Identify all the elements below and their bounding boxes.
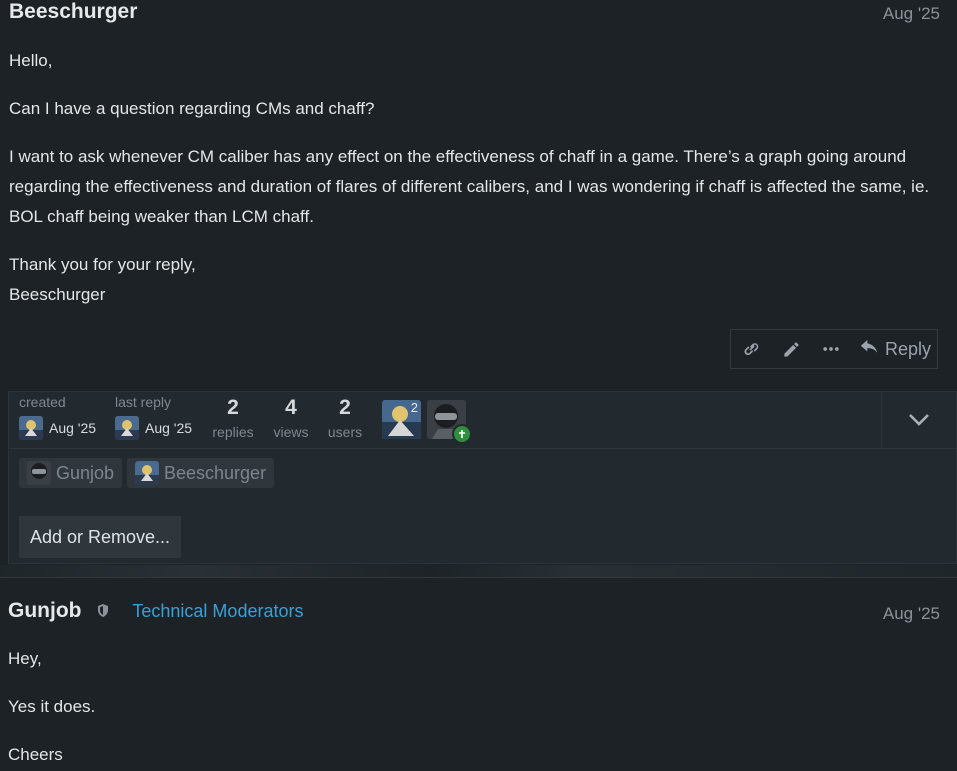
user-chip-name: Beeschurger [164, 462, 267, 483]
post-paragraph: Cheers [8, 745, 63, 764]
replies-label: replies [212, 424, 254, 440]
post-date[interactable]: Aug '25 [883, 604, 940, 624]
post-paragraph: I want to ask whenever CM caliber has an… [9, 147, 930, 226]
user-chip-gunjob[interactable]: Gunjob [19, 458, 123, 488]
created-info: created Aug '25 [19, 394, 96, 440]
copy-link-button[interactable] [731, 330, 771, 368]
post-actions: Reply [730, 329, 938, 369]
post-header: Gunjob Technical Moderators Aug '25 [8, 599, 940, 627]
last-reply-value[interactable]: Aug '25 [115, 416, 192, 440]
views-count: 4 [285, 396, 297, 419]
post-paragraph: Hello, [9, 51, 53, 70]
created-date: Aug '25 [49, 420, 97, 436]
users-label: users [327, 424, 363, 440]
last-reply-info: last reply Aug '25 [115, 394, 192, 440]
post-divider [0, 565, 957, 577]
post-sign-off: Thank you for your reply, Beeschurger [9, 250, 897, 310]
avatar [115, 416, 139, 440]
post-paragraph: Can I have a question regarding CMs and … [9, 99, 375, 118]
post-paragraph: Hey, [8, 649, 42, 668]
user-chip-beeschurger[interactable]: Beeschurger [127, 458, 275, 488]
created-value[interactable]: Aug '25 [19, 416, 96, 440]
post-author[interactable]: Gunjob [8, 599, 81, 622]
shield-icon [96, 603, 110, 623]
post-date[interactable]: Aug '25 [883, 4, 940, 24]
participant-avatar-gunjob[interactable] [427, 400, 472, 444]
post-header: Beeschurger Aug '25 [9, 0, 940, 28]
post-paragraph: Yes it does. [8, 697, 96, 716]
add-remove-users-button[interactable]: Add or Remove... [19, 516, 181, 558]
reply-arrow-icon [860, 340, 878, 353]
post-count-badge: 2 [410, 400, 418, 415]
last-reply-label: last reply [115, 394, 172, 410]
pencil-icon [783, 341, 799, 357]
replies-stat: 2 replies [211, 396, 255, 440]
divider-line [0, 577, 957, 578]
post-body: Cheers [8, 740, 897, 770]
chevron-down-icon [909, 414, 929, 426]
avatar [19, 416, 43, 440]
post-author[interactable]: Beeschurger [9, 0, 137, 23]
user-chip-name: Gunjob [56, 462, 115, 483]
last-reply-date: Aug '25 [145, 420, 193, 436]
users-stat: 2 users [325, 396, 365, 440]
views-label: views [273, 424, 309, 440]
avatar [27, 461, 51, 485]
post-body: I want to ask whenever CM caliber has an… [9, 142, 943, 232]
topic-map: created Aug '25 last reply Aug '25 2 rep… [8, 391, 957, 564]
sign-off-line: Beeschurger [9, 285, 106, 304]
post-body: Hello, [9, 46, 897, 76]
edit-button[interactable] [771, 330, 811, 368]
post-body: Yes it does. [8, 692, 897, 722]
moderator-badge-icon [452, 424, 472, 444]
topic-map-summary: created Aug '25 last reply Aug '25 2 rep… [9, 392, 956, 449]
user-group-link[interactable]: Technical Moderators [132, 601, 303, 621]
users-count: 2 [339, 396, 351, 419]
views-stat: 4 views [269, 396, 313, 440]
link-icon [744, 343, 759, 356]
more-actions-button[interactable] [811, 330, 851, 368]
avatar [135, 461, 159, 485]
ellipsis-icon [823, 347, 839, 351]
created-label: created [19, 394, 66, 410]
post-body: Hey, [8, 644, 897, 674]
sign-off-line: Thank you for your reply, [9, 255, 196, 274]
participant-avatar-beeschurger[interactable]: 2 [382, 400, 421, 439]
replies-count: 2 [227, 396, 239, 419]
reply-button[interactable]: Reply [851, 330, 931, 368]
forum-thread: Beeschurger Aug '25 Hello, Can I have a … [0, 0, 957, 771]
post-body: Can I have a question regarding CMs and … [9, 94, 897, 124]
expand-topic-map-button[interactable] [881, 392, 956, 448]
reply-label: Reply [885, 338, 932, 359]
